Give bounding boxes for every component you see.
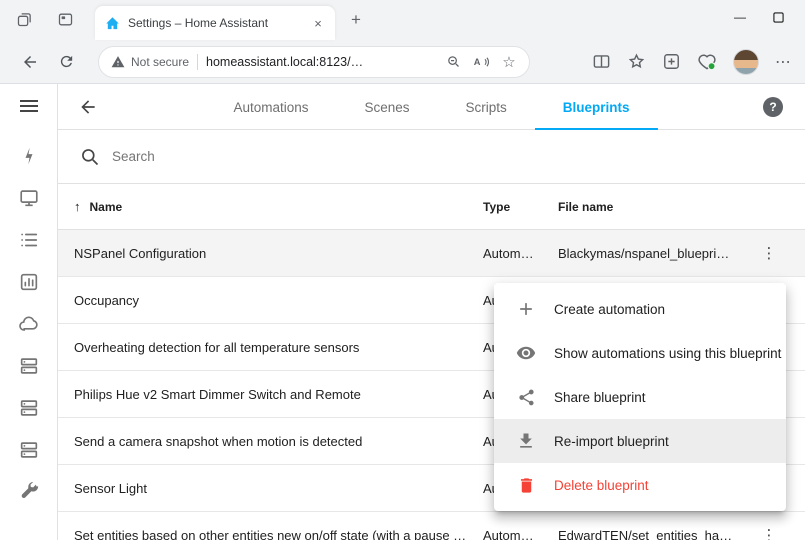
- back-icon[interactable]: [16, 48, 44, 76]
- menu-item-reimport-blueprint[interactable]: Re-import blueprint: [494, 419, 786, 463]
- row-type: Autom…: [483, 246, 558, 261]
- svg-text:A: A: [473, 57, 480, 67]
- search-input[interactable]: [112, 149, 783, 164]
- row-overflow-icon[interactable]: ⋮: [757, 526, 781, 540]
- tab-blueprints[interactable]: Blueprints: [535, 84, 658, 130]
- table-header: ↑ Name Type File name: [58, 184, 805, 230]
- logbook-icon[interactable]: [17, 228, 41, 252]
- split-screen-icon[interactable]: [592, 52, 611, 71]
- ha-back-icon[interactable]: [78, 97, 98, 117]
- favorites-hub-icon[interactable]: [627, 52, 646, 71]
- divider: [197, 54, 198, 70]
- browser-toolbar: Not secure homeassistant.local:8123/… A …: [0, 40, 805, 84]
- row-name: Overheating detection for all temperatur…: [74, 340, 483, 355]
- integrations-icon[interactable]: [17, 354, 41, 378]
- profile-avatar[interactable]: [733, 49, 759, 75]
- menu-item-show-automations[interactable]: Show automations using this blueprint: [494, 331, 786, 375]
- tab-title: Settings – Home Assistant: [128, 16, 301, 30]
- share-icon: [516, 387, 536, 407]
- tab-scripts[interactable]: Scripts: [438, 84, 535, 130]
- refresh-icon[interactable]: [52, 48, 80, 76]
- name-header-label: Name: [90, 200, 123, 214]
- row-name: Philips Hue v2 Smart Dimmer Switch and R…: [74, 387, 483, 402]
- row-context-menu: Create automation Show automations using…: [494, 283, 786, 511]
- row-name: Send a camera snapshot when motion is de…: [74, 434, 483, 449]
- new-tab-button[interactable]: +: [347, 11, 365, 29]
- energy-icon[interactable]: [17, 144, 41, 168]
- menu-item-delete-blueprint[interactable]: Delete blueprint: [494, 463, 786, 507]
- browser-window: Settings – Home Assistant × + — × Not se…: [0, 0, 805, 540]
- warning-icon: [111, 55, 125, 69]
- search-bar: [58, 130, 805, 184]
- workspaces-icon[interactable]: [16, 11, 33, 28]
- window-minimize-button[interactable]: —: [721, 0, 759, 34]
- eye-icon: [516, 343, 536, 363]
- row-file: EdwardTEN/set_entities_has…: [558, 528, 749, 540]
- menu-item-share-blueprint[interactable]: Share blueprint: [494, 375, 786, 419]
- favorite-star-icon[interactable]: ☆: [499, 52, 519, 72]
- menu-item-label: Delete blueprint: [554, 478, 649, 493]
- developer-tools-icon[interactable]: [17, 480, 41, 504]
- trash-icon: [516, 475, 536, 495]
- browser-essentials-icon[interactable]: [697, 52, 717, 72]
- column-header-name[interactable]: ↑ Name: [74, 199, 483, 214]
- ha-sidebar: [0, 84, 58, 540]
- menu-item-label: Re-import blueprint: [554, 434, 669, 449]
- menu-item-label: Show automations using this blueprint: [554, 346, 781, 361]
- row-overflow-icon[interactable]: ⋮: [757, 244, 781, 262]
- url-text[interactable]: homeassistant.local:8123/…: [206, 55, 435, 69]
- collections-icon[interactable]: [662, 52, 681, 71]
- tab-automations[interactable]: Automations: [205, 84, 336, 130]
- media-icon[interactable]: [17, 186, 41, 210]
- address-bar[interactable]: Not secure homeassistant.local:8123/… A …: [98, 46, 530, 78]
- search-icon: [80, 147, 100, 167]
- tab-close-icon[interactable]: ×: [309, 14, 327, 32]
- column-header-type[interactable]: Type: [483, 200, 558, 214]
- ha-topbar: Automations Scenes Scripts Blueprints ?: [58, 84, 805, 130]
- window-maximize-button[interactable]: [759, 0, 797, 34]
- tab-scenes[interactable]: Scenes: [336, 84, 437, 130]
- home-assistant-favicon: [105, 16, 120, 31]
- tab-actions-icon[interactable]: [57, 11, 74, 28]
- row-name: Set entities based on other entities new…: [74, 528, 483, 540]
- column-header-file[interactable]: File name: [558, 200, 749, 214]
- browser-tab[interactable]: Settings – Home Assistant ×: [95, 6, 335, 40]
- row-type: Autom…: [483, 528, 558, 540]
- history-icon[interactable]: [17, 270, 41, 294]
- row-name: Occupancy: [74, 293, 483, 308]
- not-secure-label: Not secure: [131, 55, 189, 69]
- read-aloud-icon[interactable]: A: [471, 52, 491, 72]
- not-secure-chip[interactable]: Not secure: [111, 55, 189, 69]
- browser-titlebar: Settings – Home Assistant × + — ×: [0, 0, 805, 40]
- sort-ascending-icon: ↑: [74, 199, 81, 214]
- cloud-icon[interactable]: [17, 312, 41, 336]
- window-close-button[interactable]: ×: [797, 0, 805, 34]
- row-name: NSPanel Configuration: [74, 246, 483, 261]
- table-row[interactable]: Set entities based on other entities new…: [58, 512, 805, 540]
- table-row[interactable]: NSPanel Configuration Autom… Blackymas/n…: [58, 230, 805, 277]
- plus-icon: [516, 299, 536, 319]
- row-name: Sensor Light: [74, 481, 483, 496]
- ha-tab-bar: Automations Scenes Scripts Blueprints: [205, 84, 657, 130]
- help-icon[interactable]: ?: [763, 97, 783, 117]
- row-file: Blackymas/nspanel_blueprin…: [558, 246, 749, 261]
- menu-item-label: Share blueprint: [554, 390, 646, 405]
- menu-icon[interactable]: [17, 94, 41, 118]
- browser-menu-icon[interactable]: ⋯: [775, 52, 793, 72]
- devices-icon[interactable]: [17, 396, 41, 420]
- download-icon: [516, 431, 536, 451]
- zoom-out-icon[interactable]: [443, 52, 463, 72]
- menu-item-create-automation[interactable]: Create automation: [494, 287, 786, 331]
- entities-icon[interactable]: [17, 438, 41, 462]
- menu-item-label: Create automation: [554, 302, 665, 317]
